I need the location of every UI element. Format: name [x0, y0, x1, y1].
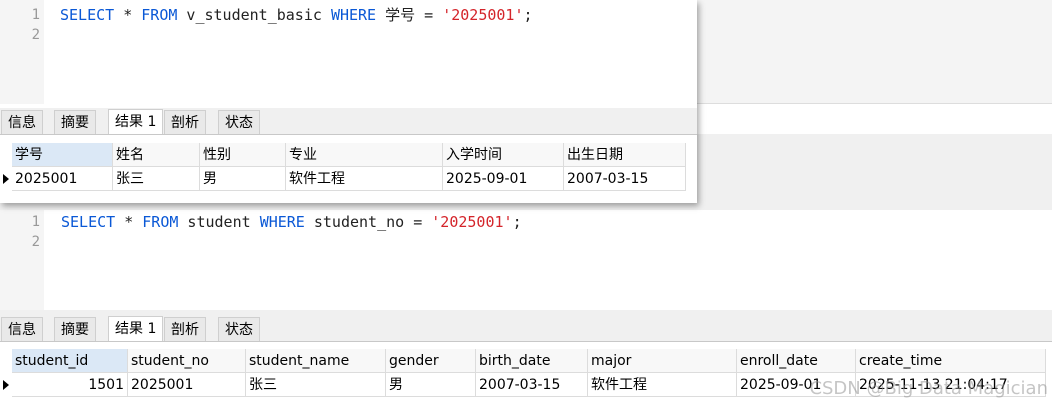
column-header[interactable]: 专业 [286, 143, 443, 167]
line-number: 1 [31, 214, 40, 230]
column-header[interactable]: 出生日期 [564, 143, 686, 167]
column-header[interactable]: student_name [246, 349, 386, 373]
tab-summary[interactable]: 摘要 [54, 110, 96, 134]
tab-summary[interactable]: 摘要 [54, 317, 96, 341]
watermark: CSDN @Big Data Magician [809, 378, 1048, 399]
tab-status[interactable]: 状态 [218, 110, 260, 134]
sql-editor-1[interactable]: 1 2 SELECT * FROM v_student_basic WHERE … [0, 5, 697, 100]
sql-keyword: FROM [141, 6, 178, 24]
background-panel [697, 103, 1052, 134]
tab-info[interactable]: 信息 [1, 110, 43, 134]
table-cell[interactable]: 男 [200, 167, 286, 191]
sql-keyword: WHERE [330, 6, 377, 24]
tab-info[interactable]: 信息 [1, 317, 43, 341]
table-cell[interactable]: 2025001 [128, 373, 246, 397]
table-cell[interactable]: 男 [386, 373, 476, 397]
line-number: 2 [31, 27, 40, 43]
row-marker-icon [0, 167, 12, 191]
sql-keyword: FROM [142, 213, 179, 231]
sql-text: * [114, 6, 142, 24]
sql-semicolon: ; [523, 6, 533, 24]
table-cell[interactable]: 2007-03-15 [564, 167, 686, 191]
column-header[interactable]: enroll_date [737, 349, 856, 373]
column-header[interactable]: 姓名 [113, 143, 200, 167]
sql-keyword: WHERE [259, 213, 305, 231]
table-cell[interactable]: 2007-03-15 [476, 373, 588, 397]
sql-condition: student_no = [304, 213, 432, 231]
tab-profile[interactable]: 剖析 [164, 317, 206, 341]
sql-line-1: SELECT * FROM student WHERE student_no =… [61, 212, 522, 232]
line-number: 1 [31, 7, 40, 23]
table-cell[interactable]: 软件工程 [286, 167, 443, 191]
sql-condition: 学号 = [376, 6, 443, 24]
column-header[interactable]: major [588, 349, 737, 373]
sql-editor-2[interactable]: 1 2 SELECT * FROM student WHERE student_… [0, 210, 1052, 310]
row-marker-icon [0, 373, 12, 397]
column-header[interactable]: birth_date [476, 349, 588, 373]
editor-content: 1 2 SELECT * FROM student WHERE student_… [0, 212, 1052, 302]
table-cell[interactable]: 张三 [246, 373, 386, 397]
sql-keyword: SELECT [60, 6, 115, 24]
result-tabs-1: 信息 摘要 结果 1 剖析 状态 [0, 108, 697, 135]
table-cell[interactable]: 2025001 [12, 167, 113, 191]
sql-line-1: SELECT * FROM v_student_basic WHERE 学号 =… [60, 5, 533, 25]
table-cell[interactable]: 1501 [12, 373, 128, 397]
column-header[interactable]: 性别 [200, 143, 286, 167]
sql-keyword: SELECT [61, 213, 116, 231]
tab-profile[interactable]: 剖析 [164, 110, 206, 134]
tab-result-1[interactable]: 结果 1 [108, 109, 164, 134]
result-tabs-2: 信息 摘要 结果 1 剖析 状态 [0, 315, 1052, 342]
column-header[interactable]: gender [386, 349, 476, 373]
tab-result-1[interactable]: 结果 1 [108, 316, 164, 341]
sql-semicolon: ; [512, 213, 522, 231]
table-cell[interactable]: 2025-09-01 [443, 167, 564, 191]
column-header[interactable]: create_time [856, 349, 1046, 373]
tab-status[interactable]: 状态 [218, 317, 260, 341]
sql-string: '2025001' [431, 213, 513, 231]
sql-table: student [178, 213, 260, 231]
column-header[interactable]: student_id [12, 349, 128, 373]
table-cell[interactable]: 张三 [113, 167, 200, 191]
background-editor-area [697, 0, 1052, 103]
result-grid-1: 学号 姓名 性别 专业 入学时间 出生日期 2025001 张三 男 软件工程 … [0, 143, 697, 193]
sql-text: * [115, 213, 143, 231]
column-header[interactable]: 入学时间 [443, 143, 564, 167]
query-window-1: 1 2 SELECT * FROM v_student_basic WHERE … [0, 0, 697, 203]
column-header[interactable]: student_no [128, 349, 246, 373]
column-header[interactable]: 学号 [12, 143, 113, 167]
line-number: 2 [31, 234, 40, 250]
sql-string: '2025001' [442, 6, 524, 24]
sql-table: v_student_basic [177, 6, 331, 24]
table-cell[interactable]: 软件工程 [588, 373, 737, 397]
